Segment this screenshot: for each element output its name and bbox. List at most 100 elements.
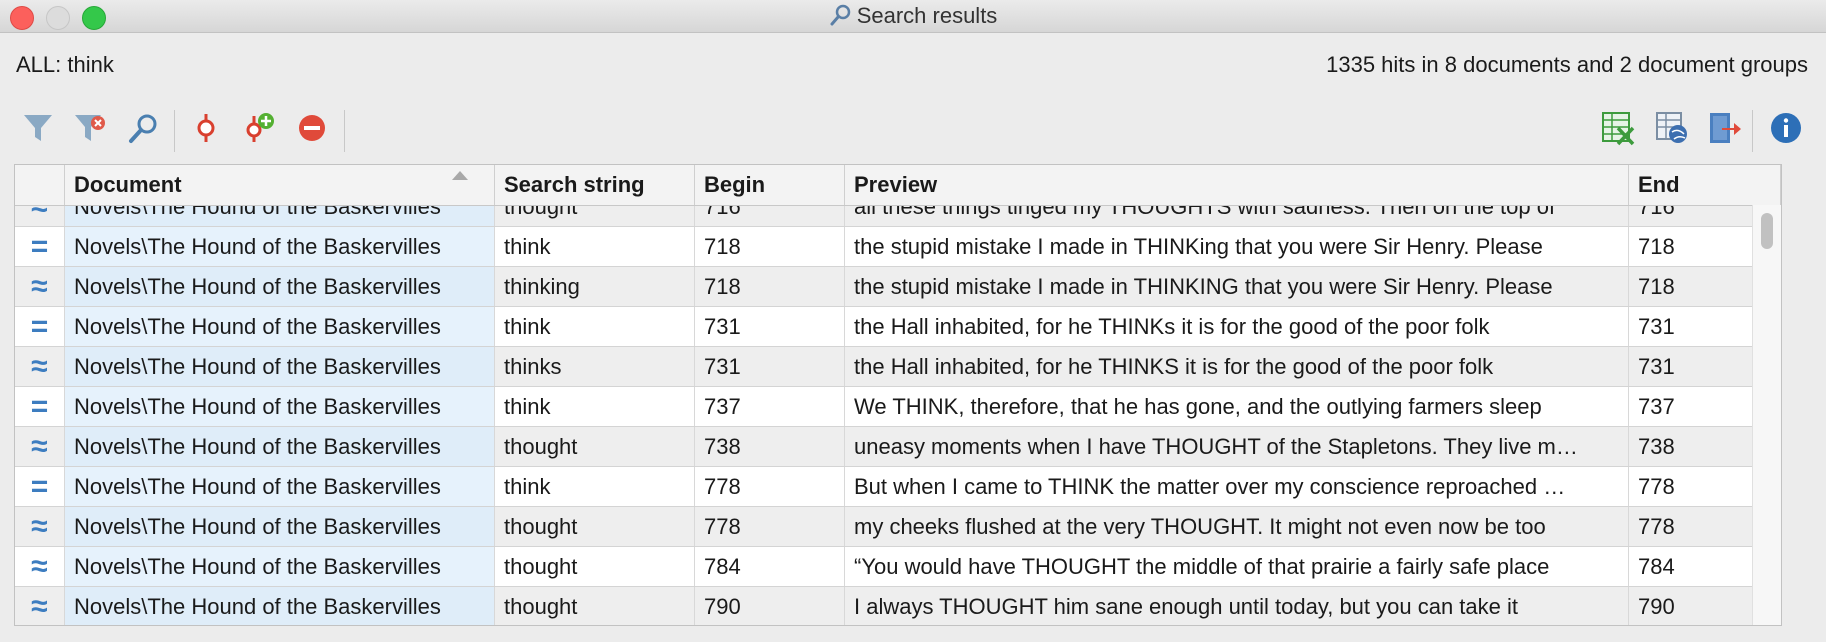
excel-export-button[interactable] [1598,108,1638,148]
cell-search-string: thought [495,507,695,546]
cell-document: Novels\The Hound of the Baskervilles [65,307,495,346]
info-icon [1771,113,1801,143]
cell-document: Novels\The Hound of the Baskervilles [65,205,495,226]
add-search-button[interactable] [238,108,278,148]
column-header-search-string[interactable]: Search string [495,165,695,205]
table-row[interactable]: ≈ Novels\The Hound of the Baskervilles thi… [15,347,1781,387]
cell-preview: uneasy moments when I have THOUGHT of th… [845,427,1629,466]
table-header: Document Search string Begin Preview End [15,165,1781,206]
table-row[interactable]: ≈ Novels\The Hound of the Baskervilles thi… [15,267,1781,307]
toolbar-separator [1752,110,1753,152]
cell-document: Novels\The Hound of the Baskervilles [65,547,495,586]
filter-icon [24,115,52,141]
cell-document: Novels\The Hound of the Baskervilles [65,227,495,266]
cell-search-string: thought [495,427,695,466]
cell-preview: But when I came to THINK the matter over… [845,467,1629,506]
cell-document: Novels\The Hound of the Baskervilles [65,387,495,426]
fuzzy-match-icon: ≈ [15,507,65,546]
fuzzy-match-icon: ≈ [15,587,65,625]
table-row[interactable]: ≈ Novels\The Hound of the Baskervilles tho… [15,587,1781,625]
html-export-icon [1656,112,1687,143]
scrollbar-thumb[interactable] [1761,213,1773,249]
cell-begin: 737 [695,387,845,426]
fuzzy-match-icon: ≈ [15,267,65,306]
hits-summary: 1335 hits in 8 documents and 2 document … [1326,52,1808,77]
fuzzy-match-icon: ≈ [15,427,65,466]
lexical-search-icon [197,114,215,142]
column-header-document[interactable]: Document [65,165,495,205]
cell-begin: 718 [695,227,845,266]
remove-icon [299,115,325,141]
info-button[interactable] [1766,108,1806,148]
cell-begin: 731 [695,347,845,386]
cell-begin: 716 [695,205,845,226]
cell-preview: the Hall inhabited, for he THINKS it is … [845,347,1629,386]
table-row[interactable]: = Novels\The Hound of the Baskervilles thi… [15,307,1781,347]
window-title: Search results [856,3,998,28]
cell-begin: 784 [695,547,845,586]
cell-search-string: thinks [495,347,695,386]
cell-search-string: thought [495,205,695,226]
html-export-button[interactable] [1652,108,1692,148]
cell-search-string: think [495,227,695,266]
search-icon [129,114,157,143]
cell-begin: 731 [695,307,845,346]
cell-document: Novels\The Hound of the Baskervilles [65,587,495,625]
export-button[interactable] [1704,108,1744,148]
toolbar-separator [344,110,345,152]
cell-begin: 790 [695,587,845,625]
vertical-scrollbar[interactable] [1752,205,1781,625]
cell-search-string: think [495,387,695,426]
cell-preview: all these things tinged my THOUGHTS with… [845,205,1629,226]
column-header-preview[interactable]: Preview [845,165,1629,205]
table-body: ≈ Novels\The Hound of the Baskervilles tho… [15,205,1781,625]
cell-begin: 738 [695,427,845,466]
cell-preview: I always THOUGHT him sane enough until t… [845,587,1629,625]
cell-document: Novels\The Hound of the Baskervilles [65,507,495,546]
column-header-match-type[interactable] [15,165,65,205]
cell-search-string: thought [495,547,695,586]
column-header-end[interactable]: End [1629,165,1781,205]
fuzzy-match-icon: ≈ [15,205,65,226]
sort-ascending-icon [452,171,468,180]
export-icon [1710,113,1741,143]
cell-preview: the Hall inhabited, for he THINKs it is … [845,307,1629,346]
table-row[interactable]: ≈ Novels\The Hound of the Baskervilles tho… [15,205,1781,227]
lexical-search-button[interactable] [186,108,226,148]
remove-button[interactable] [292,108,332,148]
cell-search-string: think [495,467,695,506]
cell-search-string: thought [495,587,695,625]
cell-preview: the stupid mistake I made in THINKING th… [845,267,1629,306]
table-row[interactable]: ≈ Novels\The Hound of the Baskervilles tho… [15,507,1781,547]
clear-filter-button[interactable] [70,108,110,148]
filter-button[interactable] [18,108,58,148]
exact-match-icon: = [15,387,65,426]
table-row[interactable]: ≈ Novels\The Hound of the Baskervilles tho… [15,427,1781,467]
cell-preview: my cheeks flushed at the very THOUGHT. I… [845,507,1629,546]
cell-document: Novels\The Hound of the Baskervilles [65,467,495,506]
table-row[interactable]: ≈ Novels\The Hound of the Baskervilles tho… [15,547,1781,587]
magnifier-icon [830,4,850,26]
excel-export-icon [1602,112,1635,146]
toolbar [0,104,1826,156]
exact-match-icon: = [15,307,65,346]
results-table[interactable]: Document Search string Begin Preview End… [14,164,1782,626]
clear-filter-icon [75,115,105,141]
column-header-begin[interactable]: Begin [695,165,845,205]
fuzzy-match-icon: ≈ [15,347,65,386]
window-title-wrap: Search results [0,0,1826,32]
table-row[interactable]: = Novels\The Hound of the Baskervilles thi… [15,387,1781,427]
title-bar: Search results [0,0,1826,33]
cell-begin: 778 [695,467,845,506]
exact-match-icon: = [15,467,65,506]
search-button[interactable] [124,108,164,148]
cell-preview: the stupid mistake I made in THINKing th… [845,227,1629,266]
fuzzy-match-icon: ≈ [15,547,65,586]
table-row[interactable]: = Novels\The Hound of the Baskervilles thi… [15,467,1781,507]
cell-search-string: thinking [495,267,695,306]
cell-document: Novels\The Hound of the Baskervilles [65,427,495,466]
cell-document: Novels\The Hound of the Baskervilles [65,267,495,306]
cell-preview: “You would have THOUGHT the middle of th… [845,547,1629,586]
table-row[interactable]: = Novels\The Hound of the Baskervilles thi… [15,227,1781,267]
cell-search-string: think [495,307,695,346]
